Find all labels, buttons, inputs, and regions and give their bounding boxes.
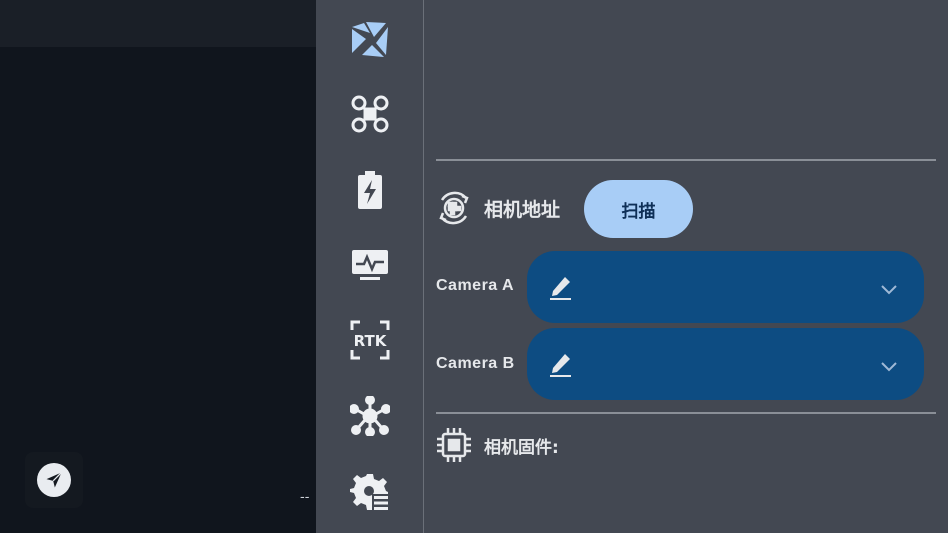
hub-icon [348,395,391,440]
map-top-bar [0,0,316,47]
camera-b-select[interactable] [527,328,924,400]
gear-list-icon [349,472,390,516]
camera-a-select[interactable] [527,251,924,323]
sidebar-item-network[interactable] [316,380,423,456]
divider [436,412,936,414]
camera-b-label: Camera B [436,355,515,372]
divider [436,159,936,161]
scan-button[interactable]: 扫描 [584,180,693,238]
camera-settings-panel: 相机地址 扫描 Camera A Camera B 相机固件: [424,0,948,533]
send-button[interactable] [25,452,83,508]
sidebar-item-battery[interactable] [316,154,423,230]
camera-firmware-title: 相机固件: [484,437,559,458]
camera-a-label: Camera A [436,277,515,294]
monitor-pulse-icon [350,247,390,287]
settings-sidebar: RTK [316,0,424,533]
chevron-down-icon [880,358,898,377]
send-icon [37,463,71,497]
edit-icon[interactable] [549,352,573,382]
sidebar-item-camera[interactable] [316,3,423,79]
aperture-icon [350,19,390,63]
drone-icon [350,94,390,138]
chevron-down-icon [880,281,898,300]
sidebar-item-rtk[interactable]: RTK [316,304,423,380]
camera-address-title: 相机地址 [484,198,561,221]
camera-address-header: 相机地址 [436,190,560,226]
network-scan-icon [436,190,472,226]
svg-text:RTK: RTK [353,332,387,350]
battery-charging-icon [355,170,385,214]
sidebar-item-settings[interactable] [316,456,423,532]
sidebar-item-monitor[interactable] [316,229,423,305]
chip-icon [436,427,472,463]
sidebar-item-drone[interactable] [316,78,423,154]
camera-firmware-header: 相机固件: [436,427,559,463]
status-dash: -- [300,490,310,505]
rtk-icon: RTK [350,320,390,364]
edit-icon[interactable] [549,275,573,305]
